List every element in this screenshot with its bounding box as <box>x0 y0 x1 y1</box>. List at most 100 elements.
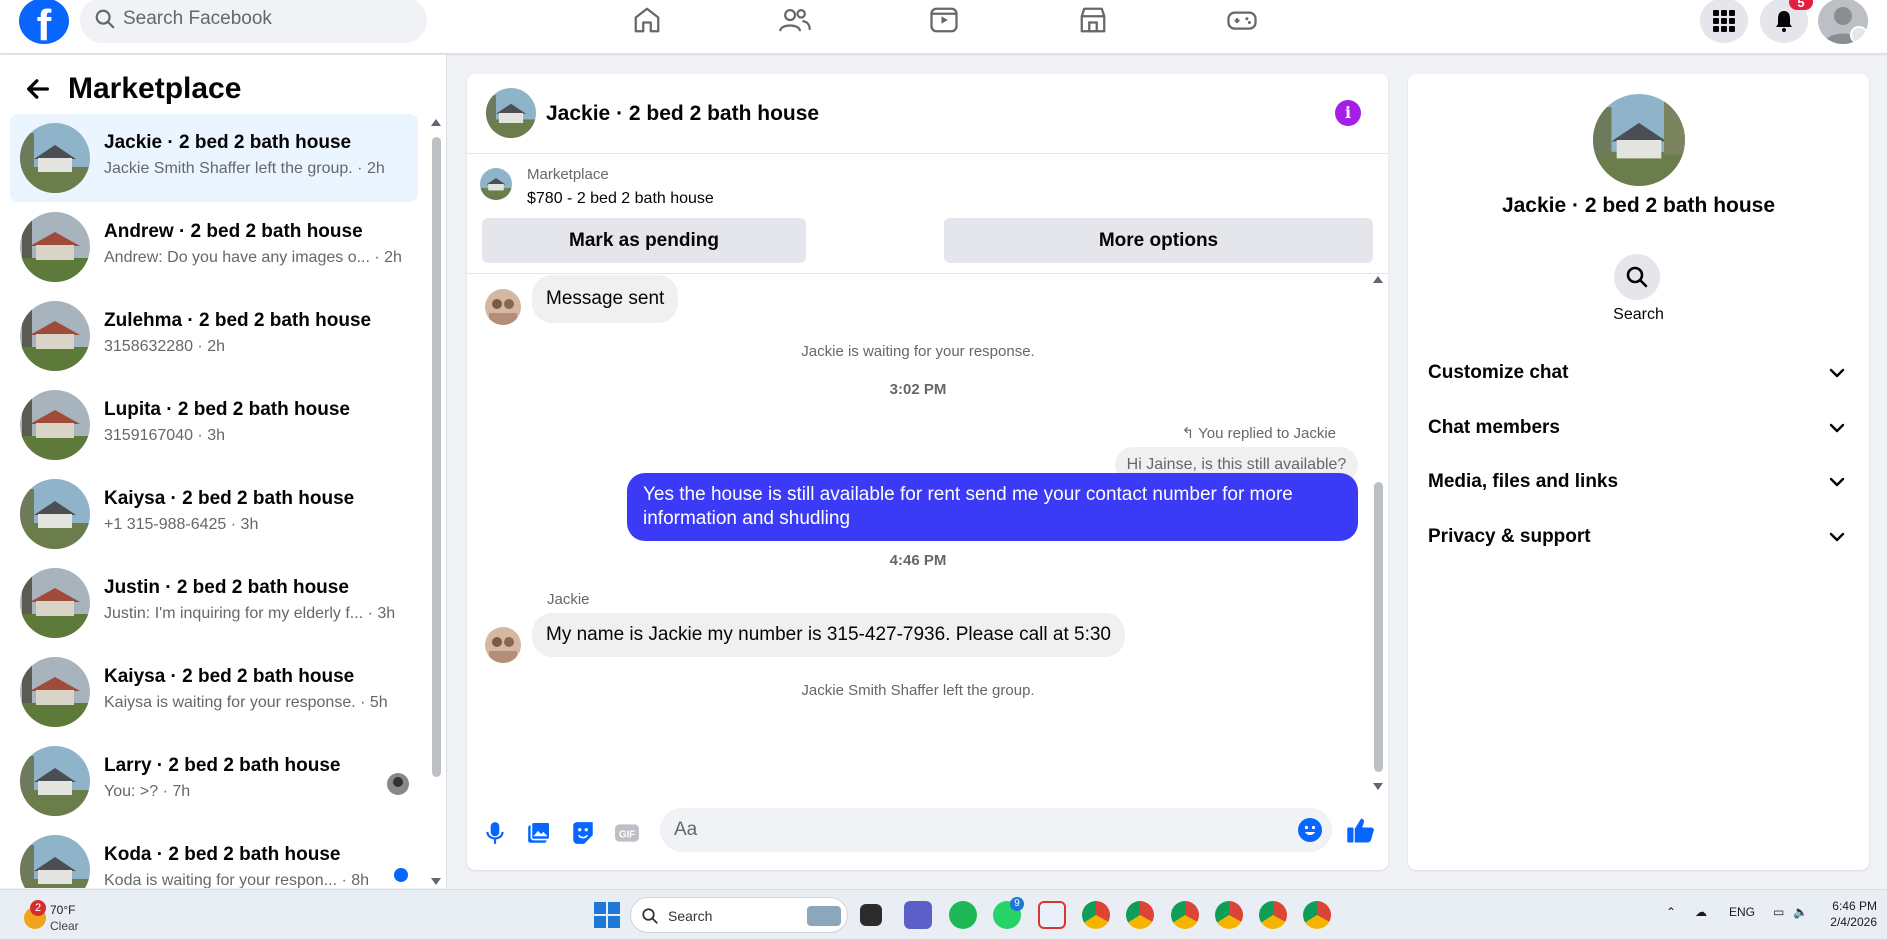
conversation-item[interactable]: Kaiysa · 2 bed 2 bath house +1 315-988-6… <box>10 470 418 558</box>
scroll-up-icon[interactable] <box>1371 274 1385 284</box>
chat-panel: Jackie · 2 bed 2 bath house i Marketplac… <box>467 74 1388 870</box>
teams-icon[interactable] <box>904 901 932 929</box>
gif-icon[interactable]: GIF <box>614 820 640 846</box>
taskbar-search-label: Search <box>668 908 713 924</box>
file-explorer-icon[interactable] <box>860 904 882 926</box>
listing-price-title[interactable]: $780 - 2 bed 2 bath house <box>527 190 714 208</box>
chevron-down-icon <box>1829 532 1845 542</box>
svg-text:GIF: GIF <box>619 829 635 840</box>
conversation-item[interactable]: Andrew · 2 bed 2 bath house Andrew: Do y… <box>10 203 418 291</box>
menu-grid-button[interactable] <box>1700 0 1748 43</box>
grid-icon <box>1713 9 1735 32</box>
search-icon <box>1626 266 1648 288</box>
spotify-icon[interactable] <box>949 901 977 929</box>
weather-condition: Clear <box>50 919 79 933</box>
facebook-logo[interactable]: f <box>19 0 69 44</box>
incoming-message[interactable]: My name is Jackie my number is 315-427-7… <box>532 613 1125 657</box>
chat-members-section[interactable]: Chat members <box>1418 403 1858 453</box>
language-indicator[interactable]: ENG <box>1729 905 1755 919</box>
clock-time: 6:46 PM <box>1832 899 1877 913</box>
listing-small-thumbnail <box>480 168 512 200</box>
scroll-up-icon[interactable] <box>430 117 442 127</box>
chrome-profile-icon[interactable] <box>1303 901 1331 929</box>
account-avatar[interactable] <box>1818 0 1868 44</box>
search-input[interactable] <box>123 6 413 32</box>
windows-start-icon[interactable] <box>594 902 620 928</box>
conversation-item[interactable]: Justin · 2 bed 2 bath house Justin: I'm … <box>10 559 418 647</box>
conversation-item[interactable]: Koda · 2 bed 2 bath house Koda is waitin… <box>10 826 418 888</box>
conversation-snippet: You: >? · 7h <box>104 783 191 800</box>
clock-date: 2/4/2026 <box>1830 915 1877 929</box>
unread-dot <box>394 868 408 882</box>
scroll-down-icon[interactable] <box>430 877 442 887</box>
gaming-icon[interactable] <box>1222 2 1262 38</box>
chevron-up-icon[interactable]: ⌃ <box>1666 905 1676 919</box>
chrome-profile-icon[interactable] <box>1171 901 1199 929</box>
listing-large-thumbnail[interactable] <box>1593 94 1685 186</box>
privacy-support-section[interactable]: Privacy & support <box>1418 512 1858 562</box>
volume-icon[interactable]: 🔈 <box>1793 905 1808 919</box>
scrollbar-thumb[interactable] <box>432 137 441 777</box>
chat-listing-thumbnail[interactable] <box>486 88 536 138</box>
weather-badge: 2 <box>30 900 46 916</box>
chat-title[interactable]: Jackie · 2 bed 2 bath house <box>546 102 819 126</box>
reply-arrow-icon: ↰ <box>1181 425 1195 442</box>
conversation-snippet: +1 315-988-6425 · 3h <box>104 516 259 533</box>
more-options-button[interactable]: More options <box>944 218 1373 263</box>
video-icon[interactable] <box>924 2 964 38</box>
listing-source: Marketplace <box>527 166 609 183</box>
search-icon <box>95 9 115 29</box>
home-icon[interactable] <box>627 2 667 38</box>
media-files-links-section[interactable]: Media, files and links <box>1418 457 1858 507</box>
photo-icon[interactable] <box>526 820 552 846</box>
sidebar-scrollbar[interactable] <box>430 117 442 887</box>
sticker-icon[interactable] <box>570 820 596 846</box>
friends-icon[interactable] <box>775 2 815 38</box>
mark-as-pending-button[interactable]: Mark as pending <box>482 218 806 263</box>
back-arrow-icon[interactable] <box>24 75 52 103</box>
network-icon[interactable]: ☁ <box>1695 905 1707 919</box>
message-scrollbar[interactable] <box>1371 272 1385 792</box>
weather-widget[interactable]: 2 70°F Clear <box>20 897 120 935</box>
conversation-snippet: Jackie Smith Shaffer left the group. · 2… <box>104 160 385 177</box>
message-input[interactable] <box>660 808 1332 852</box>
scroll-down-icon[interactable] <box>1371 782 1385 792</box>
taskbar-search[interactable]: Search <box>630 897 848 933</box>
search-icon <box>642 908 658 924</box>
snipping-tool-icon[interactable] <box>1038 901 1066 929</box>
conversation-item[interactable]: Kaiysa · 2 bed 2 bath house Kaiysa is wa… <box>10 648 418 736</box>
listing-thumbnail <box>20 568 90 638</box>
chrome-profile-icon[interactable] <box>1215 901 1243 929</box>
microphone-icon[interactable] <box>482 820 508 846</box>
section-label: Media, files and links <box>1428 471 1619 492</box>
emoji-icon[interactable] <box>1298 818 1322 842</box>
chrome-profile-icon[interactable] <box>1259 901 1287 929</box>
sender-name: Jackie <box>547 591 590 608</box>
conversation-item[interactable]: Larry · 2 bed 2 bath house You: >? · 7h <box>10 737 418 825</box>
seen-avatar <box>387 773 409 795</box>
chrome-icon[interactable] <box>1082 901 1110 929</box>
search-in-conversation-button[interactable] <box>1614 254 1660 300</box>
conversation-item[interactable]: Jackie · 2 bed 2 bath house Jackie Smith… <box>10 114 418 202</box>
whatsapp-badge: 9 <box>1010 897 1024 911</box>
system-note-left-group: Jackie Smith Shaffer left the group. <box>801 682 1035 699</box>
marketplace-icon[interactable] <box>1073 2 1113 38</box>
conversation-item[interactable]: Lupita · 2 bed 2 bath house 3159167040 ·… <box>10 381 418 469</box>
display-icon[interactable]: ▭ <box>1773 905 1784 919</box>
system-clock[interactable]: 6:46 PM 2/4/2026 <box>1813 898 1877 930</box>
listing-thumbnail <box>20 390 90 460</box>
message-composer: GIF <box>467 802 1388 862</box>
chat-header: Jackie · 2 bed 2 bath house i <box>467 74 1388 154</box>
customize-chat-section[interactable]: Customize chat <box>1418 348 1858 398</box>
outgoing-message[interactable]: Yes the house is still available for ren… <box>627 473 1358 541</box>
conversation-title: Kaiysa · 2 bed 2 bath house <box>104 666 355 687</box>
search-facebook-box[interactable] <box>80 0 427 43</box>
account-chevron-icon[interactable] <box>1850 26 1868 44</box>
scrollbar-thumb[interactable] <box>1374 482 1383 772</box>
windows-taskbar: 2 70°F Clear Search 9 ⌃ ☁ ENG ▭ 🔈 6:46 P… <box>0 889 1887 939</box>
conversation-item[interactable]: Zulehma · 2 bed 2 bath house 3158632280 … <box>10 292 418 380</box>
incoming-message[interactable]: Message sent <box>532 275 679 323</box>
chrome-profile-icon[interactable] <box>1126 901 1154 929</box>
thumbs-up-icon[interactable] <box>1346 816 1376 844</box>
info-icon[interactable]: i <box>1335 100 1361 126</box>
